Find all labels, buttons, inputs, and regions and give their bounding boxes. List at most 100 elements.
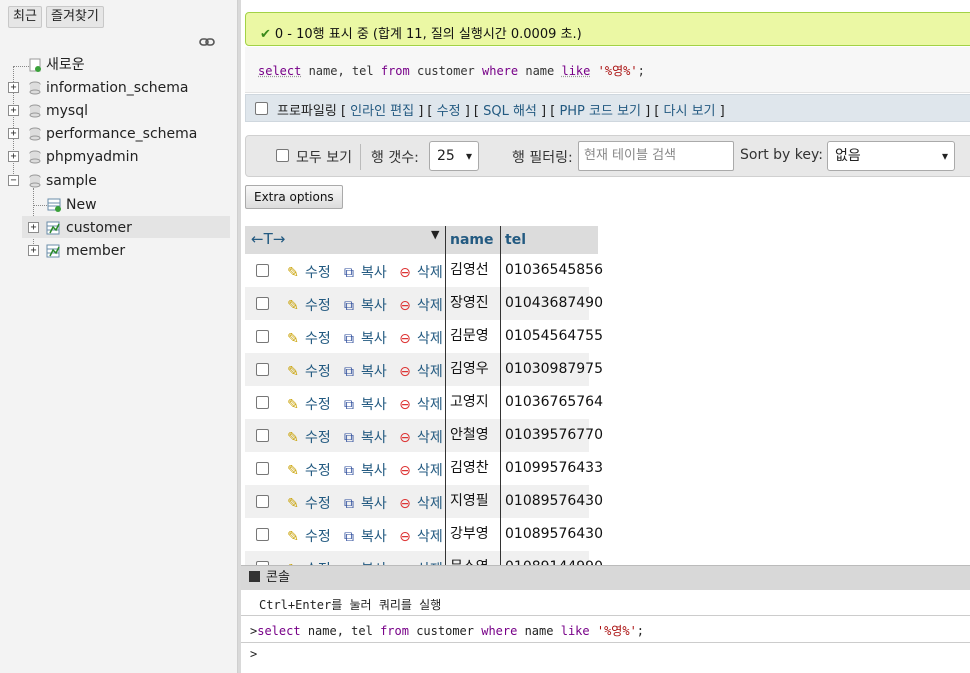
delete-button[interactable]: ⊖삭제 bbox=[397, 427, 443, 447]
tree-item-mysql[interactable]: mysql bbox=[46, 101, 88, 121]
table-row[interactable]: ✎ 수정 ⧉ 복사 ⊖ 삭제 김영우 01030987975 bbox=[245, 353, 603, 386]
tree-item-performance-schema[interactable]: performance_schema bbox=[46, 124, 197, 144]
cell-name[interactable]: 안철영 bbox=[450, 419, 489, 452]
row-count-select[interactable]: 25 ▾ bbox=[429, 141, 479, 171]
copy-button[interactable]: ⧉복사 bbox=[341, 427, 387, 447]
row-checkbox[interactable] bbox=[256, 495, 269, 508]
table-row[interactable]: ✎ 수정 ⧉ 복사 ⊖ 삭제 고영지 01036765764 bbox=[245, 386, 603, 419]
cell-tel[interactable]: 01039576770 bbox=[505, 419, 603, 452]
row-checkbox[interactable] bbox=[256, 528, 269, 541]
expand-icon[interactable]: + bbox=[8, 128, 19, 139]
table-row[interactable]: ✎ 수정 ⧉ 복사 ⊖ 삭제 지영필 01089576430 bbox=[245, 485, 603, 518]
tree-item-new-table[interactable]: New bbox=[66, 195, 97, 215]
console-header[interactable]: 콘솔 bbox=[241, 566, 970, 590]
cell-name[interactable]: 김문영 bbox=[450, 320, 489, 353]
expand-icon[interactable]: + bbox=[28, 245, 39, 256]
cell-tel[interactable]: 01030987975 bbox=[505, 353, 603, 386]
expand-icon[interactable]: + bbox=[8, 82, 19, 93]
row-checkbox[interactable] bbox=[256, 330, 269, 343]
copy-button[interactable]: ⧉복사 bbox=[341, 295, 387, 315]
inline-edit-link[interactable]: 인라인 편집 bbox=[350, 104, 414, 119]
copy-button[interactable]: ⧉복사 bbox=[341, 361, 387, 381]
sql-explain-link[interactable]: SQL 해석 bbox=[483, 104, 537, 119]
delete-button[interactable]: ⊖삭제 bbox=[397, 394, 443, 414]
cell-tel[interactable]: 01036545856 bbox=[505, 254, 603, 287]
cell-tel[interactable]: 01089576430 bbox=[505, 485, 603, 518]
sort-key-select[interactable]: 없음 ▾ bbox=[827, 141, 955, 171]
edit-button[interactable]: ✎수정 bbox=[285, 526, 331, 546]
sql-query-display[interactable]: select name, tel from customer where nam… bbox=[245, 47, 970, 93]
edit-link[interactable]: 수정 bbox=[437, 104, 461, 119]
tree-item-new[interactable]: 새로운 bbox=[46, 55, 85, 75]
sort-dropdown-icon[interactable]: ▼ bbox=[431, 228, 439, 241]
delete-button[interactable]: ⊖삭제 bbox=[397, 295, 443, 315]
row-checkbox[interactable] bbox=[256, 264, 269, 277]
delete-button[interactable]: ⊖삭제 bbox=[397, 262, 443, 282]
cell-tel[interactable]: 01054564755 bbox=[505, 320, 603, 353]
row-filter-input[interactable]: 현재 테이블 검색 bbox=[578, 141, 734, 171]
delete-button[interactable]: ⊖삭제 bbox=[397, 460, 443, 480]
console-input[interactable]: > bbox=[241, 647, 970, 661]
table-row[interactable]: ✎ 수정 ⧉ 복사 ⊖ 삭제 김문영 01054564755 bbox=[245, 320, 603, 353]
table-row[interactable]: ✎ 수정 ⧉ 복사 ⊖ 삭제 김영찬 01099576433 bbox=[245, 452, 603, 485]
copy-button[interactable]: ⧉복사 bbox=[341, 526, 387, 546]
delete-button[interactable]: ⊖삭제 bbox=[397, 361, 443, 381]
row-checkbox[interactable] bbox=[256, 429, 269, 442]
column-resize-arrows[interactable]: ←T→ bbox=[251, 230, 285, 248]
refresh-link[interactable]: 다시 보기 bbox=[664, 104, 716, 119]
tree-item-customer[interactable]: customer bbox=[66, 218, 132, 238]
copy-button[interactable]: ⧉복사 bbox=[341, 328, 387, 348]
delete-button[interactable]: ⊖삭제 bbox=[397, 493, 443, 513]
edit-button[interactable]: ✎수정 bbox=[285, 262, 331, 282]
copy-button[interactable]: ⧉복사 bbox=[341, 493, 387, 513]
tree-item-information-schema[interactable]: information_schema bbox=[46, 78, 189, 98]
tree-item-phpmyadmin[interactable]: phpmyadmin bbox=[46, 147, 138, 167]
cell-tel[interactable]: 01089144990 bbox=[505, 551, 603, 565]
cell-name[interactable]: 김영우 bbox=[450, 353, 489, 386]
cell-name[interactable]: 장영진 bbox=[450, 287, 489, 320]
favorites-tab[interactable]: 즐겨찾기 bbox=[46, 6, 104, 28]
row-checkbox[interactable] bbox=[256, 396, 269, 409]
collapse-icon[interactable]: − bbox=[8, 175, 19, 186]
extra-options-button[interactable]: Extra options bbox=[245, 185, 343, 209]
show-all-checkbox[interactable] bbox=[276, 149, 289, 162]
cell-name[interactable]: 김영찬 bbox=[450, 452, 489, 485]
cell-name[interactable]: 김영선 bbox=[450, 254, 489, 287]
console-history-line[interactable]: >select name, tel from customer where na… bbox=[241, 622, 970, 639]
cell-name[interactable]: 문소영 bbox=[450, 551, 489, 565]
cell-tel[interactable]: 01043687490 bbox=[505, 287, 603, 320]
recent-tab[interactable]: 최근 bbox=[8, 6, 42, 28]
php-code-link[interactable]: PHP 코드 보기 bbox=[559, 104, 641, 119]
row-checkbox[interactable] bbox=[256, 363, 269, 376]
link-icon[interactable] bbox=[199, 37, 215, 47]
cell-name[interactable]: 고영지 bbox=[450, 386, 489, 419]
edit-button[interactable]: ✎수정 bbox=[285, 460, 331, 480]
table-row[interactable]: ✎ 수정 ⧉ 복사 ⊖ 삭제 김영선 01036545856 bbox=[245, 254, 603, 287]
delete-button[interactable]: ⊖삭제 bbox=[397, 328, 443, 348]
edit-button[interactable]: ✎수정 bbox=[285, 295, 331, 315]
column-header-tel[interactable]: tel bbox=[505, 226, 526, 254]
delete-button[interactable]: ⊖삭제 bbox=[397, 526, 443, 546]
edit-button[interactable]: ✎수정 bbox=[285, 394, 331, 414]
profiling-checkbox[interactable] bbox=[255, 102, 268, 115]
column-header-name[interactable]: name bbox=[450, 226, 494, 254]
cell-tel[interactable]: 01089576430 bbox=[505, 518, 603, 551]
tree-item-sample[interactable]: sample bbox=[46, 171, 97, 191]
copy-button[interactable]: ⧉복사 bbox=[341, 394, 387, 414]
row-checkbox[interactable] bbox=[256, 297, 269, 310]
edit-button[interactable]: ✎수정 bbox=[285, 361, 331, 381]
cell-name[interactable]: 지영필 bbox=[450, 485, 489, 518]
row-checkbox[interactable] bbox=[256, 462, 269, 475]
copy-button[interactable]: ⧉복사 bbox=[341, 460, 387, 480]
edit-button[interactable]: ✎수정 bbox=[285, 328, 331, 348]
edit-button[interactable]: ✎수정 bbox=[285, 427, 331, 447]
cell-name[interactable]: 강부영 bbox=[450, 518, 489, 551]
copy-button[interactable]: ⧉복사 bbox=[341, 262, 387, 282]
tree-item-member[interactable]: member bbox=[66, 241, 125, 261]
cell-tel[interactable]: 01099576433 bbox=[505, 452, 603, 485]
expand-icon[interactable]: + bbox=[8, 151, 19, 162]
expand-icon[interactable]: + bbox=[28, 222, 39, 233]
cell-tel[interactable]: 01036765764 bbox=[505, 386, 603, 419]
table-row[interactable]: ✎ 수정 ⧉ 복사 ⊖ 삭제 안철영 01039576770 bbox=[245, 419, 603, 452]
table-row[interactable]: ✎수정⧉복사⊖삭제문소영01089144990 bbox=[245, 551, 603, 565]
